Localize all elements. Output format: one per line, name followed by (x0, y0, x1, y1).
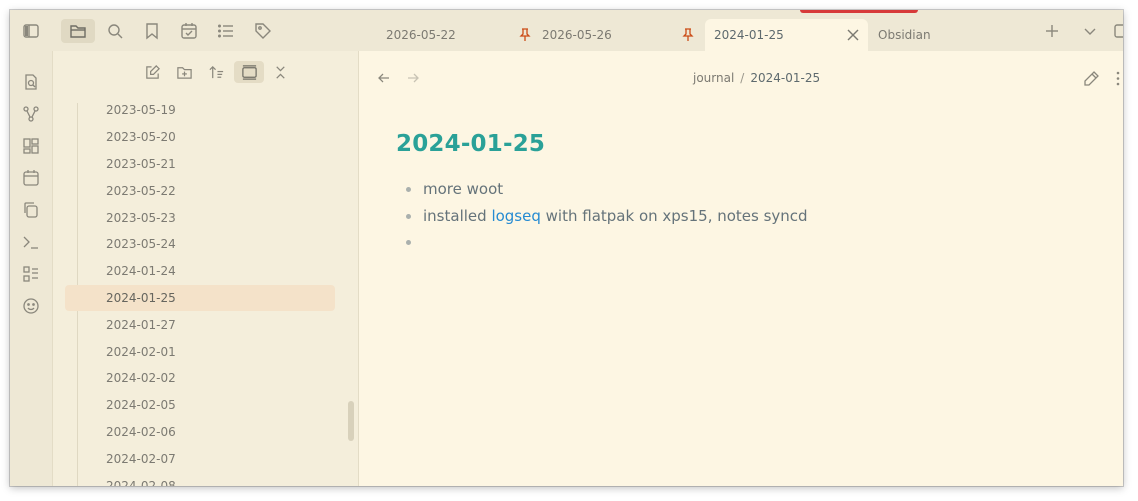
file-item-label: 2024-01-25 (106, 290, 176, 305)
list-item-text: more woot (423, 180, 504, 198)
file-item[interactable]: 2023-05-23 (65, 204, 335, 231)
scrollbar[interactable] (348, 401, 354, 441)
breadcrumb-separator: / (740, 71, 745, 85)
file-item-label: 2023-05-23 (106, 210, 176, 225)
file-item-label: 2023-05-24 (106, 237, 176, 252)
sort-icon[interactable] (203, 61, 229, 83)
editor-pane: journal / 2024-01-25 2024-01-25 more woot … (359, 51, 1123, 486)
explorer-toolbar (53, 51, 359, 93)
outline-icon[interactable] (22, 265, 40, 283)
tab-2026-05-22[interactable]: 2026-05-22 (372, 19, 520, 51)
file-item[interactable]: 2023-05-24 (65, 231, 335, 258)
file-item[interactable]: 2023-05-21 (65, 151, 335, 178)
window-accent (800, 10, 918, 13)
file-item[interactable]: 2024-02-07 (65, 445, 335, 472)
calendar-check-icon[interactable] (177, 20, 201, 42)
canvas-icon[interactable] (22, 137, 40, 155)
edit-icon[interactable] (1083, 70, 1100, 87)
file-item-label: 2024-02-06 (106, 424, 176, 439)
internal-link[interactable]: logseq (491, 207, 540, 225)
collapse-all-icon[interactable] (267, 61, 293, 83)
new-note-icon[interactable] (139, 61, 165, 83)
file-item[interactable]: 2024-02-06 (65, 419, 335, 446)
calendar-icon[interactable] (22, 169, 40, 187)
tab-bar: 2026-05-22 2026-05-26 2024-01-25 Obsidia… (10, 10, 1123, 51)
tab-label: 2026-05-26 (542, 28, 612, 42)
file-item-label: 2024-02-07 (106, 451, 176, 466)
tab-label: 2026-05-22 (386, 28, 456, 42)
file-item[interactable]: 2024-02-01 (65, 338, 335, 365)
tab-label: Obsidian (878, 28, 931, 42)
copy-icon[interactable] (22, 201, 40, 219)
file-item-label: 2024-02-01 (106, 344, 176, 359)
tab-2024-01-25[interactable]: 2024-01-25 (682, 19, 868, 51)
file-explorer: 2023-05-19 2023-05-20 2023-05-21 2023-05-22… (53, 51, 359, 486)
list-item[interactable]: installed logseq with flatpak on xps15, … (405, 202, 808, 229)
file-item[interactable]: 2023-05-22 (65, 177, 335, 204)
file-item-label: 2024-02-08 (106, 478, 176, 486)
file-item[interactable]: 2023-05-20 (65, 124, 335, 151)
file-item-label: 2023-05-21 (106, 156, 176, 171)
list-item-text: installed (423, 206, 487, 225)
breadcrumb-folder[interactable]: journal (693, 71, 734, 85)
tags-icon[interactable] (251, 20, 275, 42)
list-item-text: with flatpak on xps15, notes syncd (545, 206, 808, 225)
new-tab-icon[interactable] (1040, 20, 1064, 42)
more-options-icon[interactable] (1115, 70, 1121, 87)
file-item-label: 2024-01-24 (106, 264, 176, 279)
file-item-label: 2024-02-05 (106, 398, 176, 413)
new-folder-icon[interactable] (171, 61, 197, 83)
sidebar-toggle-icon[interactable] (19, 20, 43, 42)
forward-arrow-icon[interactable] (405, 70, 421, 86)
chevron-down-icon[interactable] (1078, 20, 1102, 42)
tab-2026-05-26[interactable]: 2026-05-26 (518, 19, 706, 51)
file-item-label: 2023-05-20 (106, 130, 176, 145)
file-list: 2023-05-19 2023-05-20 2023-05-21 2023-05-22… (65, 97, 335, 486)
file-item[interactable]: 2024-01-27 (65, 311, 335, 338)
right-sidebar-toggle-icon[interactable] (1110, 20, 1123, 42)
tab-label: 2024-01-25 (714, 28, 784, 42)
quick-switcher-icon[interactable] (22, 73, 40, 91)
bullet-list: more woot installed logseq with flatpak … (405, 175, 808, 255)
file-item[interactable]: 2023-05-19 (65, 97, 335, 124)
file-item-label: 2024-02-02 (106, 371, 176, 386)
list-icon[interactable] (214, 20, 238, 42)
pin-icon[interactable] (681, 28, 695, 45)
breadcrumb-current[interactable]: 2024-01-25 (750, 71, 820, 85)
bookmark-icon[interactable] (140, 20, 164, 42)
obsidian-window: 2026-05-22 2026-05-26 2024-01-25 Obsidia… (10, 10, 1123, 486)
close-icon[interactable] (846, 28, 860, 42)
file-item-label: 2023-05-22 (106, 183, 176, 198)
file-item[interactable]: 2024-01-24 (65, 258, 335, 285)
file-item[interactable]: 2024-02-05 (65, 392, 335, 419)
file-item-label: 2023-05-19 (106, 103, 176, 118)
back-arrow-icon[interactable] (376, 70, 392, 86)
pin-icon[interactable] (518, 28, 532, 42)
file-item-label: 2024-01-27 (106, 317, 176, 332)
graph-icon[interactable] (22, 105, 40, 123)
list-item[interactable]: more woot (405, 175, 808, 202)
emoji-icon[interactable] (22, 297, 40, 315)
search-icon[interactable] (103, 20, 127, 42)
file-item[interactable]: 2024-02-02 (65, 365, 335, 392)
tab-obsidian[interactable]: Obsidian (876, 19, 1016, 51)
breadcrumb: journal / 2024-01-25 (693, 71, 820, 85)
file-item[interactable]: 2024-02-08 (65, 472, 335, 486)
page-title: 2024-01-25 (396, 131, 546, 157)
ribbon (10, 51, 53, 486)
list-item[interactable] (405, 228, 808, 255)
file-item[interactable]: 2024-01-25 (65, 284, 335, 312)
terminal-icon[interactable] (22, 233, 40, 251)
auto-reveal-icon[interactable] (234, 61, 264, 83)
folder-icon[interactable] (61, 19, 95, 43)
